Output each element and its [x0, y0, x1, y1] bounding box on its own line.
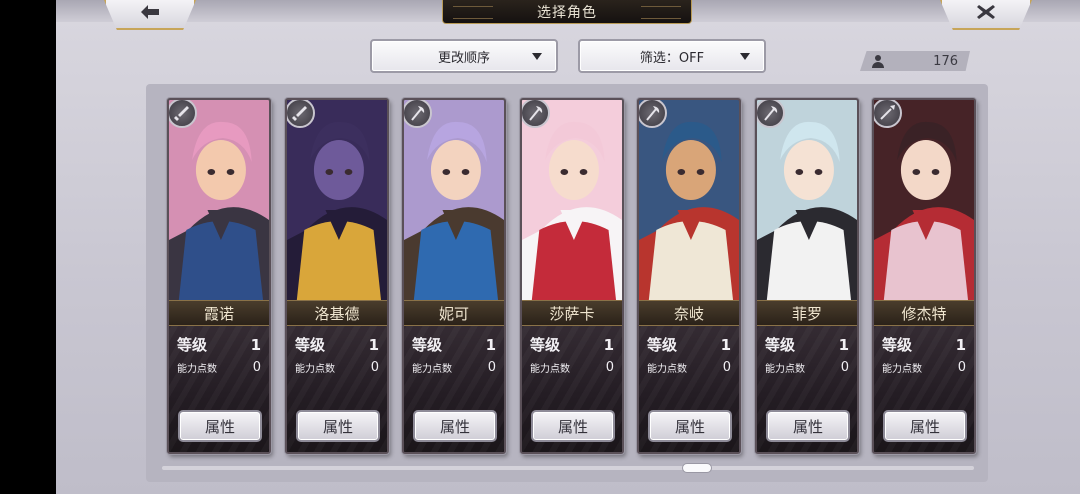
ability-points-row: 能力点数 0 [295, 360, 379, 375]
attribute-button[interactable]: 属性 [531, 410, 615, 442]
person-icon [872, 54, 884, 68]
level-label: 等级 [882, 336, 913, 354]
character-card[interactable]: 妮可 等级 1 能力点数 0 属性 [402, 98, 506, 454]
axe-icon [404, 100, 432, 128]
close-button[interactable] [940, 0, 1032, 30]
sword-icon [169, 100, 197, 128]
character-name: 修杰特 [874, 300, 974, 326]
spear-icon [874, 100, 902, 128]
level-row: 等级 1 [295, 334, 379, 355]
chevron-down-icon [740, 53, 750, 60]
character-card[interactable]: 洛基德 等级 1 能力点数 0 属性 [285, 98, 389, 454]
character-portrait [639, 100, 739, 302]
character-card[interactable]: 菲罗 等级 1 能力点数 0 属性 [755, 98, 859, 454]
character-select-screen: 选择角色 更改顺序 筛选：OFF 176 霞诺 等级 1 能力点数 0 属性 洛… [56, 0, 1080, 494]
ability-points-value: 0 [605, 360, 614, 375]
ability-points-label: 能力点数 [647, 364, 687, 375]
level-label: 等级 [295, 336, 326, 354]
character-count-value: 176 [933, 53, 958, 69]
axe-icon [757, 100, 785, 128]
ability-points-value: 0 [252, 360, 261, 375]
ability-points-label: 能力点数 [412, 364, 452, 375]
level-value: 1 [250, 335, 261, 354]
ability-points-row: 能力点数 0 [647, 360, 731, 375]
level-label: 等级 [530, 336, 561, 354]
attribute-button[interactable]: 属性 [413, 410, 497, 442]
ability-points-value: 0 [957, 360, 966, 375]
character-portrait [874, 100, 974, 302]
axe-icon [639, 100, 667, 128]
level-value: 1 [955, 335, 966, 354]
level-row: 等级 1 [765, 334, 849, 355]
level-row: 等级 1 [177, 334, 261, 355]
level-row: 等级 1 [882, 334, 966, 355]
character-portrait [404, 100, 504, 302]
ability-points-value: 0 [840, 360, 849, 375]
ability-points-value: 0 [487, 360, 496, 375]
sort-order-label: 更改顺序 [437, 50, 490, 66]
character-name: 奈岐 [639, 300, 739, 326]
attribute-button[interactable]: 属性 [766, 410, 850, 442]
page-title: 选择角色 [442, 0, 692, 24]
level-value: 1 [603, 335, 614, 354]
attribute-button[interactable]: 属性 [178, 410, 262, 442]
level-row: 等级 1 [647, 334, 731, 355]
level-value: 1 [720, 335, 731, 354]
character-name: 菲罗 [757, 300, 857, 326]
chevron-down-icon [532, 53, 542, 60]
back-arrow-icon [138, 3, 162, 25]
character-portrait [522, 100, 622, 302]
level-value: 1 [485, 335, 496, 354]
ability-points-row: 能力点数 0 [765, 360, 849, 375]
ability-points-value: 0 [370, 360, 379, 375]
horizontal-scrollbar[interactable] [162, 466, 974, 470]
level-label: 等级 [177, 336, 208, 354]
ability-points-row: 能力点数 0 [177, 360, 261, 375]
character-name: 妮可 [404, 300, 504, 326]
character-portrait [287, 100, 387, 302]
attribute-button[interactable]: 属性 [648, 410, 732, 442]
character-card[interactable]: 修杰特 等级 1 能力点数 0 属性 [872, 98, 976, 454]
level-value: 1 [368, 335, 379, 354]
ability-points-label: 能力点数 [295, 364, 335, 375]
level-label: 等级 [647, 336, 678, 354]
ability-points-label: 能力点数 [882, 364, 922, 375]
level-row: 等级 1 [530, 334, 614, 355]
device-bezel [0, 0, 56, 494]
attribute-button[interactable]: 属性 [883, 410, 967, 442]
character-count: 176 [860, 51, 970, 71]
character-card[interactable]: 奈岐 等级 1 能力点数 0 属性 [637, 98, 741, 454]
character-card[interactable]: 霞诺 等级 1 能力点数 0 属性 [167, 98, 271, 454]
attribute-button[interactable]: 属性 [296, 410, 380, 442]
axe-icon [522, 100, 550, 128]
level-value: 1 [838, 335, 849, 354]
character-portrait [757, 100, 857, 302]
scrollbar-thumb[interactable] [682, 463, 712, 473]
filter-dropdown[interactable]: 筛选：OFF [578, 39, 766, 73]
level-label: 等级 [412, 336, 443, 354]
character-portrait [169, 100, 269, 302]
ability-points-label: 能力点数 [530, 364, 570, 375]
ability-points-row: 能力点数 0 [882, 360, 966, 375]
ability-points-label: 能力点数 [765, 364, 805, 375]
ability-points-row: 能力点数 0 [530, 360, 614, 375]
ability-points-row: 能力点数 0 [412, 360, 496, 375]
character-name: 霞诺 [169, 300, 269, 326]
filter-label: 筛选：OFF [639, 50, 705, 66]
character-card[interactable]: 莎萨卡 等级 1 能力点数 0 属性 [520, 98, 624, 454]
sword-icon [287, 100, 315, 128]
sort-order-dropdown[interactable]: 更改顺序 [370, 39, 558, 73]
ability-points-label: 能力点数 [177, 364, 217, 375]
character-name: 莎萨卡 [522, 300, 622, 326]
back-button[interactable] [104, 0, 196, 30]
character-name: 洛基德 [287, 300, 387, 326]
level-row: 等级 1 [412, 334, 496, 355]
close-icon [974, 3, 998, 25]
ability-points-value: 0 [722, 360, 731, 375]
level-label: 等级 [765, 336, 796, 354]
